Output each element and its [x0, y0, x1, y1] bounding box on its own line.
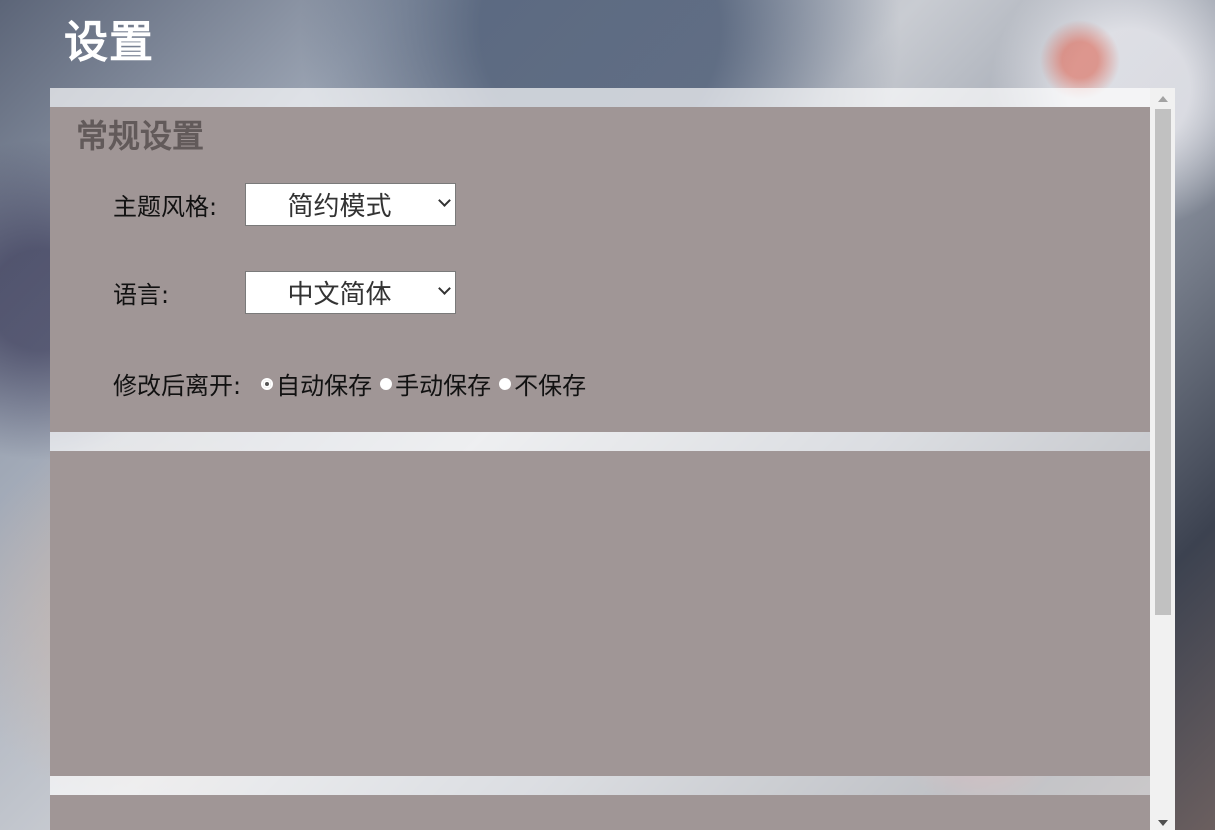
settings-section-partial: [50, 795, 1150, 830]
theme-select[interactable]: 简约模式: [245, 183, 456, 226]
page-title: 设置: [64, 17, 154, 68]
language-row: 语言: 中文简体: [113, 271, 456, 314]
radio-selected-icon[interactable]: [261, 377, 274, 390]
scrollbar-thumb[interactable]: [1155, 109, 1171, 615]
radio-no-save-label: 不保存: [514, 372, 587, 400]
leave-behavior-row: 修改后离开: 自动保存 手动保存 不保存: [113, 366, 594, 401]
radio-unselected-icon[interactable]: [499, 377, 512, 390]
settings-panel: 常规设置 主题风格: 简约模式 语言: 中文简体 修改后离开: 自动保存 手动保…: [50, 88, 1175, 830]
settings-section-empty: [50, 451, 1150, 776]
general-settings-section: 常规设置 主题风格: 简约模式 语言: 中文简体 修改后离开: 自动保存 手动保…: [50, 107, 1150, 432]
chevron-down-icon: [438, 194, 451, 207]
radio-manual-save-label: 手动保存: [395, 372, 492, 400]
radio-auto-save[interactable]: 自动保存: [261, 366, 372, 401]
radio-manual-save[interactable]: 手动保存: [380, 366, 491, 401]
leave-behavior-label: 修改后离开:: [113, 372, 242, 400]
radio-auto-save-label: 自动保存: [276, 372, 373, 400]
scroll-down-arrow-icon[interactable]: [1158, 820, 1168, 826]
chevron-down-icon: [438, 282, 451, 295]
theme-label: 主题风格:: [113, 193, 218, 221]
theme-select-value: 简约模式: [287, 192, 392, 222]
theme-row: 主题风格: 简约模式: [113, 183, 456, 226]
vertical-scrollbar[interactable]: [1150, 88, 1175, 830]
language-select[interactable]: 中文简体: [245, 271, 456, 314]
language-label: 语言:: [113, 281, 170, 309]
section-title: 常规设置: [76, 117, 205, 155]
radio-no-save[interactable]: 不保存: [499, 366, 586, 401]
scroll-up-arrow-icon[interactable]: [1158, 96, 1168, 102]
language-select-value: 中文简体: [287, 280, 392, 310]
radio-unselected-icon[interactable]: [380, 377, 393, 390]
settings-scroll-area: 常规设置 主题风格: 简约模式 语言: 中文简体 修改后离开: 自动保存 手动保…: [50, 88, 1150, 830]
